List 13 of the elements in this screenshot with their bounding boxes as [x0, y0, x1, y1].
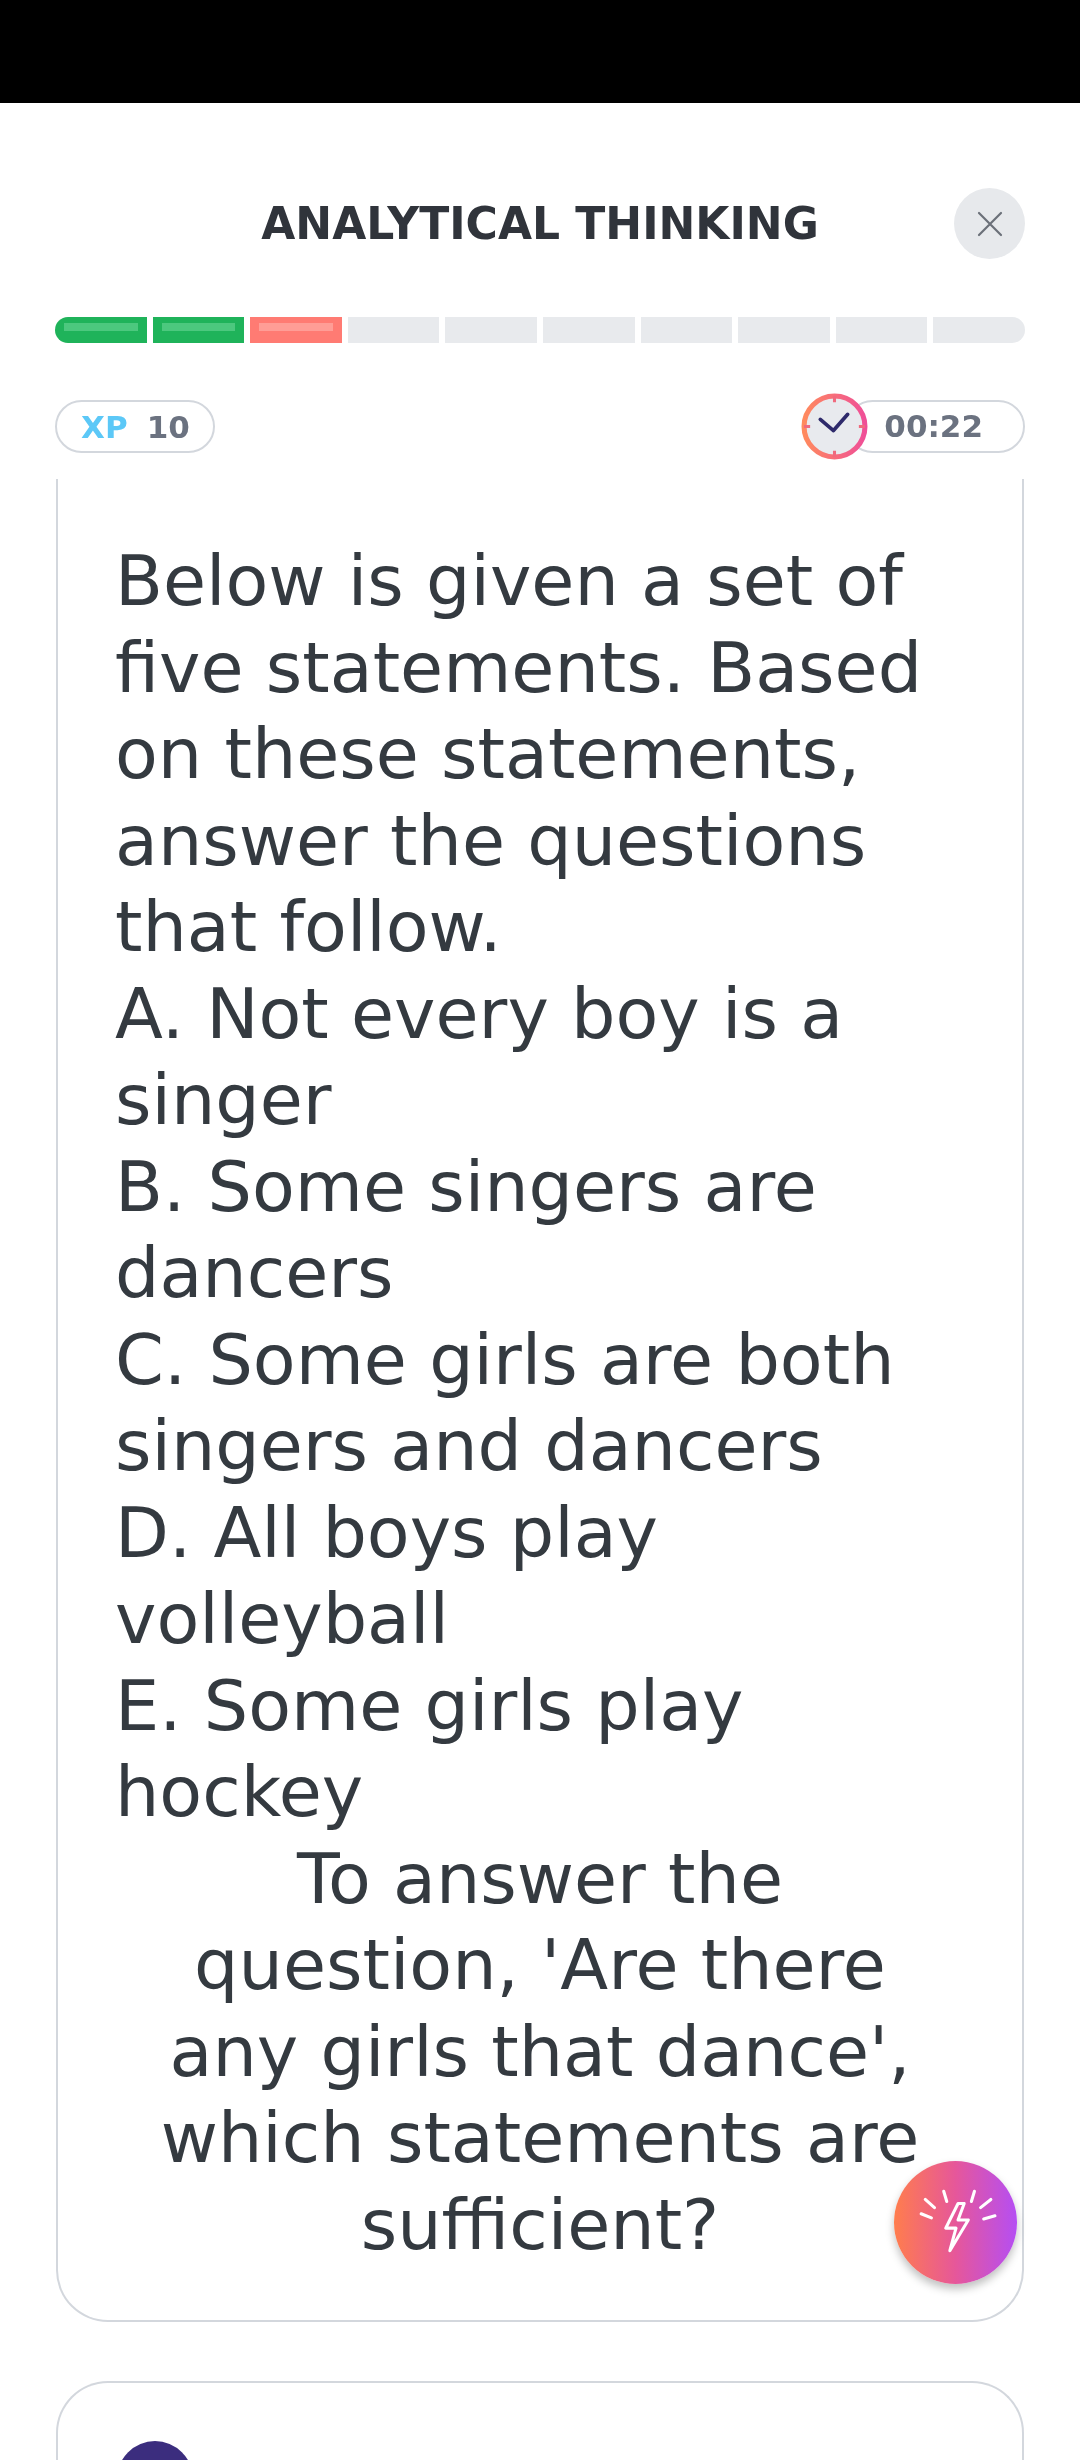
statement-text: C. Some girls are both singers and dancers — [115, 1317, 896, 1489]
statement-text: B. Some singers are dancers — [115, 1144, 818, 1316]
intro-text: Below is given a set of five statements. Based on these statements, answer the questions that follow. — [115, 539, 924, 970]
statement-text: D. All boys play volleyball — [115, 1490, 660, 1662]
question-text: To answer the question, 'Are there any girls that dance', which statements are sufficient? — [159, 1836, 921, 2268]
close-icon — [976, 210, 1003, 237]
clock-icon — [801, 393, 869, 460]
quiz-title: ANALYTICAL THINKING — [260, 197, 820, 251]
xp-label: XP — [81, 408, 128, 445]
lightning-button[interactable] — [894, 2161, 1017, 2284]
statement-text: E. Some girls play hockey — [115, 1663, 745, 1835]
statement-text: A. Not every boy is a singer — [115, 971, 845, 1143]
xp-value: 10 — [146, 408, 190, 445]
